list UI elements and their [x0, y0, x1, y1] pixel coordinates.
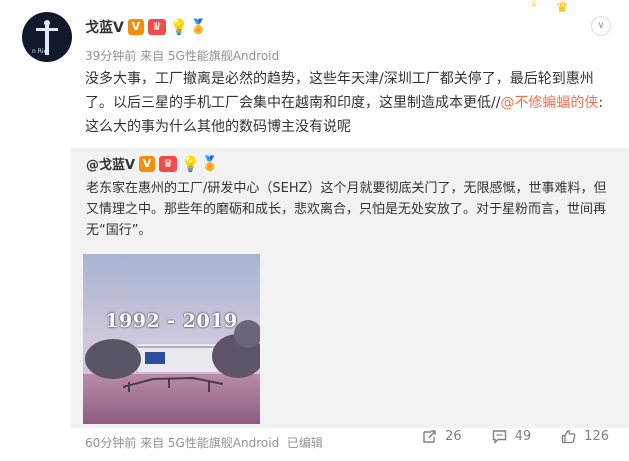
- repost-icon: [423, 430, 436, 443]
- avatar-caption: n Rie: [32, 48, 48, 55]
- medal-icon[interactable]: 🏅: [201, 156, 218, 172]
- repost-meta: 60分钟前 来自 5G性能旗舰Android 已编辑: [85, 434, 323, 451]
- vip-icon[interactable]: ♛: [147, 19, 166, 35]
- post-content: 没多大事，工厂撤离是必然的趋势，这些年天津/深圳工厂都关停了，最后轮到惠州了。以…: [85, 67, 615, 139]
- verified-v-icon[interactable]: V: [139, 155, 156, 172]
- repost-author-name[interactable]: @戈蓝V: [86, 154, 135, 173]
- decor-crown-icon: ♛: [556, 0, 569, 16]
- image-caption: 1992 - 2019: [105, 310, 238, 332]
- like-count: 126: [584, 429, 609, 444]
- repost-button[interactable]: 26: [422, 429, 462, 444]
- bulb-icon[interactable]: 💡: [170, 19, 189, 35]
- factory-photo: [83, 254, 260, 424]
- comment-count: 49: [514, 429, 532, 444]
- action-bar: 26 49 126: [422, 429, 609, 444]
- repost-card: @戈蓝V V ♛ 💡 🏅 老东家在惠州的工厂/研发中心（SEHZ）这个月就要彻底…: [71, 148, 629, 428]
- post-meta[interactable]: 39分钟前 来自 5G性能旗舰Android: [85, 47, 279, 64]
- verified-v-icon[interactable]: V: [127, 19, 144, 35]
- chevron-down-icon[interactable]: ∨: [591, 16, 611, 36]
- weibo-post: ♛ ♛ n Rie 戈蓝V V ♛ 💡 🏅 ∨ 39分钟前 来自 5G性能旗舰A…: [0, 0, 629, 461]
- medal-icon[interactable]: 🏅: [190, 19, 207, 35]
- bulb-icon[interactable]: 💡: [181, 156, 200, 172]
- repost-meta-time[interactable]: 60分钟前 来自 5G性能旗舰Android: [85, 436, 279, 450]
- avatar[interactable]: n Rie: [22, 12, 72, 62]
- vip-icon[interactable]: ♛: [159, 155, 178, 172]
- like-icon: [562, 429, 576, 444]
- mention-link[interactable]: @不修蝙蝠的侠: [500, 95, 598, 111]
- comment-button[interactable]: 49: [492, 429, 532, 444]
- like-button[interactable]: 126: [561, 429, 609, 444]
- author-name[interactable]: 戈蓝V: [85, 17, 124, 37]
- repost-text: 老东家在惠州的工厂/研发中心（SEHZ）这个月就要彻底关门了，无限感慨，世事难料…: [86, 181, 607, 238]
- repost-author-row: @戈蓝V V ♛ 💡 🏅: [86, 154, 219, 173]
- repost-count: 26: [445, 429, 462, 444]
- repost-image[interactable]: 1992 - 2019: [83, 254, 260, 424]
- comment-icon: [492, 430, 506, 444]
- author-row: 戈蓝V V ♛ 💡 🏅: [85, 17, 207, 37]
- edited-label: 已编辑: [286, 436, 323, 450]
- decor-crown-small-icon: ♛: [530, 0, 539, 10]
